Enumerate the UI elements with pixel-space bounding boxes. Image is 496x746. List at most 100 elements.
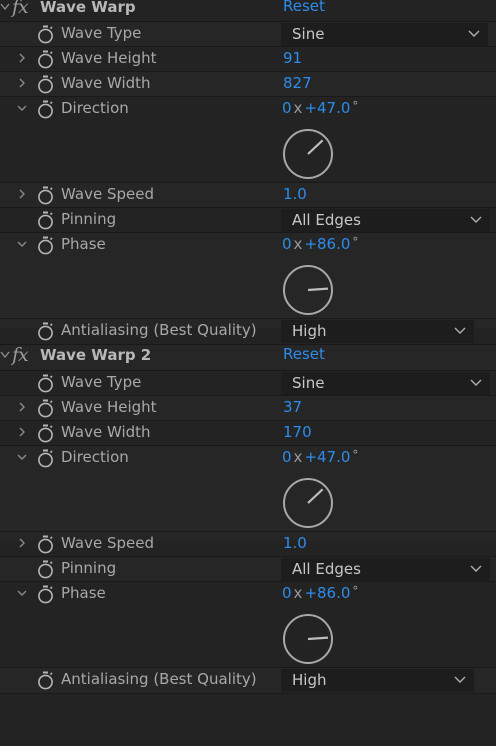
reset-button[interactable]: Reset [283, 0, 325, 15]
phase-value[interactable]: 0 x +86.0 ° [282, 584, 358, 602]
antialiasing-dropdown[interactable]: High [281, 669, 474, 692]
chevron-right-icon[interactable] [16, 537, 28, 549]
stopwatch-icon[interactable] [37, 424, 54, 443]
chevron-down-icon[interactable] [16, 102, 28, 114]
reset-button[interactable]: Reset [283, 345, 325, 363]
chevron-down-icon [468, 30, 480, 37]
stopwatch-icon[interactable] [37, 211, 54, 230]
x-separator: x [293, 584, 303, 602]
stopwatch-icon[interactable] [37, 75, 54, 94]
wave-type-dropdown[interactable]: Sine [281, 23, 488, 46]
revolutions-value[interactable]: 0 [282, 99, 292, 117]
stopwatch-icon[interactable] [37, 374, 54, 393]
stopwatch-icon[interactable] [37, 186, 54, 205]
fx-icon[interactable]: fx [12, 0, 29, 18]
chevron-right-icon[interactable] [16, 52, 28, 64]
property-row-antialiasing: Antialiasing (Best Quality) High [0, 668, 496, 693]
effect-name: Wave Warp 2 [40, 346, 152, 364]
phase-angle-dial[interactable] [281, 263, 335, 317]
property-row-wave-width: Wave Width 827 [0, 72, 496, 97]
degrees-value[interactable]: +86.0 [304, 584, 350, 602]
property-row-wave-height: Wave Height 37 [0, 396, 496, 421]
property-label: Antialiasing (Best Quality) [61, 670, 257, 688]
chevron-down-icon [470, 379, 482, 386]
stopwatch-icon[interactable] [37, 671, 54, 690]
effect-header-wave-warp-2[interactable]: fx Wave Warp 2 Reset [0, 344, 496, 370]
wave-width-value[interactable]: 170 [283, 423, 312, 441]
phase-angle-dial[interactable] [281, 612, 335, 666]
wave-width-value[interactable]: 827 [283, 74, 312, 92]
property-row-direction: Direction 0 x +47.0 ° [0, 97, 496, 192]
revolutions-value[interactable]: 0 [282, 235, 292, 253]
stopwatch-icon[interactable] [37, 399, 54, 418]
property-label: Wave Type [61, 373, 142, 391]
property-row-wave-speed: Wave Speed 1.0 [0, 183, 496, 208]
property-label: Direction [61, 99, 129, 117]
chevron-down-icon[interactable] [16, 587, 28, 599]
property-label: Wave Speed [61, 185, 154, 203]
revolutions-value[interactable]: 0 [282, 584, 292, 602]
divider [0, 693, 496, 694]
wave-height-value[interactable]: 37 [283, 398, 302, 416]
degrees-value[interactable]: +47.0 [304, 99, 350, 117]
stopwatch-icon[interactable] [37, 560, 54, 579]
dropdown-value: High [292, 671, 327, 689]
x-separator: x [293, 448, 303, 466]
pinning-dropdown[interactable]: All Edges [281, 209, 490, 232]
degrees-value[interactable]: +86.0 [304, 235, 350, 253]
chevron-down-icon [470, 216, 482, 223]
dial-needle [307, 287, 329, 292]
stopwatch-icon[interactable] [37, 585, 54, 604]
degree-symbol: ° [352, 448, 359, 462]
stopwatch-icon[interactable] [37, 25, 54, 44]
direction-value[interactable]: 0 x +47.0 ° [282, 448, 358, 466]
property-row-wave-width: Wave Width 170 [0, 421, 496, 446]
chevron-right-icon[interactable] [16, 77, 28, 89]
stopwatch-icon[interactable] [37, 100, 54, 119]
dropdown-value: Sine [292, 25, 325, 43]
stopwatch-icon[interactable] [37, 322, 54, 341]
stopwatch-icon[interactable] [37, 449, 54, 468]
chevron-down-icon[interactable] [16, 238, 28, 250]
property-row-direction: Direction 0 x +47.0 ° [0, 446, 496, 541]
dial-needle [307, 139, 324, 155]
degree-symbol: ° [352, 584, 359, 598]
revolutions-value[interactable]: 0 [282, 448, 292, 466]
property-label: Phase [61, 584, 106, 602]
x-separator: x [293, 235, 303, 253]
dropdown-value: All Edges [292, 560, 361, 578]
property-label: Wave Width [61, 423, 151, 441]
effect-header-wave-warp[interactable]: fx Wave Warp Reset [0, 0, 496, 22]
direction-value[interactable]: 0 x +47.0 ° [282, 99, 358, 117]
fx-icon[interactable]: fx [12, 344, 29, 366]
chevron-right-icon[interactable] [16, 426, 28, 438]
x-separator: x [293, 99, 303, 117]
dropdown-value: Sine [292, 374, 325, 392]
chevron-down-icon[interactable] [0, 349, 10, 361]
wave-type-dropdown[interactable]: Sine [281, 372, 490, 395]
degree-symbol: ° [352, 235, 359, 249]
property-label: Wave Speed [61, 534, 154, 552]
degrees-value[interactable]: +47.0 [304, 448, 350, 466]
wave-height-value[interactable]: 91 [283, 49, 302, 67]
property-label: Direction [61, 448, 129, 466]
property-label: Phase [61, 235, 106, 253]
wave-speed-value[interactable]: 1.0 [283, 534, 307, 552]
stopwatch-icon[interactable] [37, 535, 54, 554]
property-row-wave-speed: Wave Speed 1.0 [0, 532, 496, 557]
stopwatch-icon[interactable] [37, 50, 54, 69]
property-row-wave-type: Wave Type Sine [0, 371, 496, 396]
pinning-dropdown[interactable]: All Edges [281, 558, 490, 581]
chevron-down-icon[interactable] [16, 451, 28, 463]
antialiasing-dropdown[interactable]: High [281, 320, 474, 343]
stopwatch-icon[interactable] [37, 236, 54, 255]
phase-value[interactable]: 0 x +86.0 ° [282, 235, 358, 253]
chevron-right-icon[interactable] [16, 188, 28, 200]
wave-speed-value[interactable]: 1.0 [283, 185, 307, 203]
direction-angle-dial[interactable] [281, 476, 335, 530]
direction-angle-dial[interactable] [281, 127, 335, 181]
property-row-wave-type: Wave Type Sine [0, 22, 496, 47]
chevron-right-icon[interactable] [16, 401, 28, 413]
property-row-phase: Phase 0 x +86.0 ° [0, 233, 496, 328]
chevron-down-icon[interactable] [0, 1, 10, 13]
